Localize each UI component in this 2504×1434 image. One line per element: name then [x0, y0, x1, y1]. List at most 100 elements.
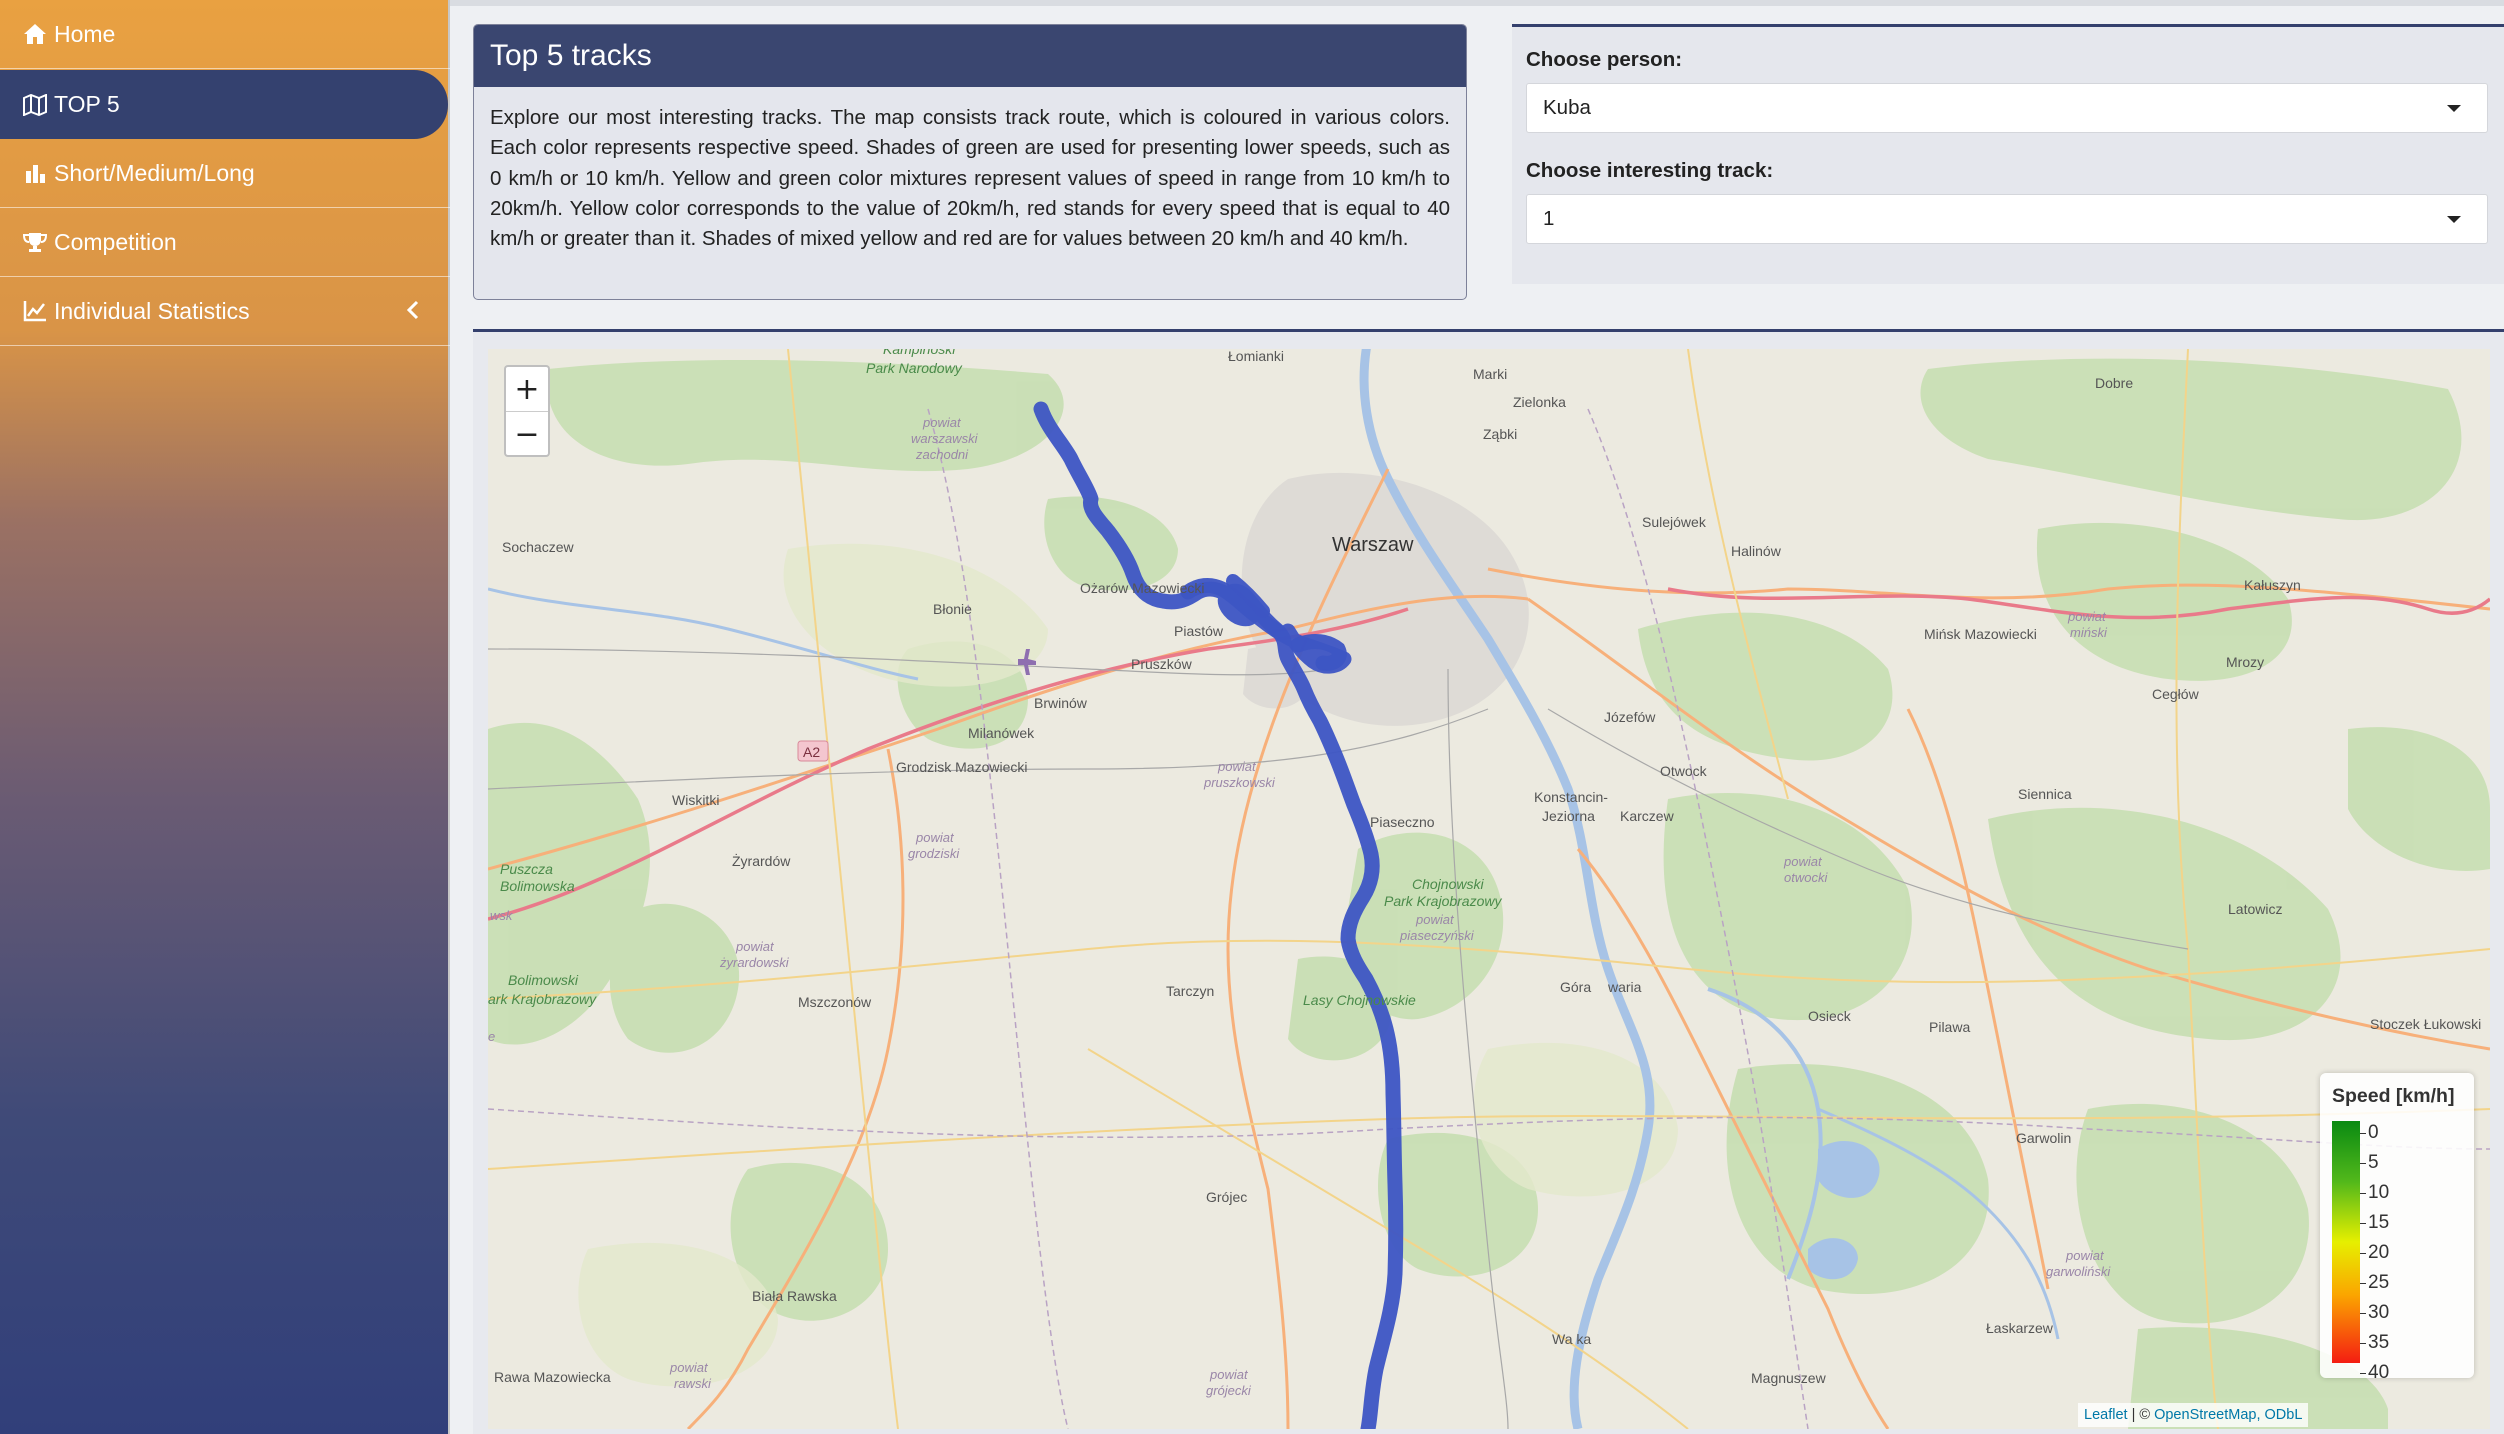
legend-gradient: [2332, 1121, 2360, 1363]
map-label: piaseczyński: [1399, 928, 1475, 943]
caret-down-icon: [2447, 216, 2461, 223]
person-select[interactable]: Kuba: [1526, 83, 2488, 133]
map-label: miński: [2070, 625, 2108, 640]
track-select[interactable]: 1: [1526, 194, 2488, 244]
zoom-in-button[interactable]: +: [506, 367, 548, 412]
map-label: Piaseczno: [1370, 814, 1435, 830]
map-label: żyrardowski: [719, 955, 790, 970]
map-label: Magnuszew: [1751, 1370, 1827, 1386]
sidebar-item-label: Home: [54, 20, 116, 47]
map-label: Sochaczew: [502, 539, 574, 555]
map-label: zachodni: [915, 447, 969, 462]
home-icon: [22, 21, 48, 47]
legend-label: 5: [2368, 1152, 2379, 1173]
sidebar: Home TOP 5 Short/Medium/Long Competition…: [0, 0, 450, 1434]
map[interactable]: Łomianki Marki Zielonka Ząbki Kampinoski…: [488, 349, 2490, 1429]
map-label: grójecki: [1206, 1383, 1252, 1398]
map-label: Brwinów: [1034, 695, 1088, 711]
map-label: Błonie: [933, 601, 972, 617]
legend-tick: [2360, 1373, 2366, 1374]
road-shield: A2: [803, 744, 820, 760]
legend-tick: [2360, 1133, 2366, 1134]
map-label: Garwolin: [2016, 1130, 2071, 1146]
map-label: Latowicz: [2228, 901, 2282, 917]
map-label: grodziski: [908, 846, 960, 861]
legend-label: 0: [2368, 1122, 2379, 1143]
map-label: waria: [1607, 979, 1642, 995]
map-label: Osieck: [1808, 1008, 1852, 1024]
map-label: wsk: [490, 908, 514, 923]
sidebar-item-label: Competition: [54, 228, 177, 255]
map-icon: [22, 92, 48, 118]
map-label: Ożarów Mazowiecki: [1080, 580, 1204, 596]
sidebar-item-short-medium-long[interactable]: Short/Medium/Long: [0, 139, 450, 208]
sidebar-item-individual-statistics[interactable]: Individual Statistics: [0, 277, 450, 346]
legend-tick: [2360, 1253, 2366, 1254]
trophy-icon: [22, 229, 48, 255]
person-label: Choose person:: [1526, 48, 1683, 71]
map-label: Pruszków: [1131, 656, 1193, 672]
osm-link[interactable]: OpenStreetMap, ODbL: [2154, 1407, 2302, 1423]
map-label: Piastów: [1174, 623, 1224, 639]
map-tiles: Łomianki Marki Zielonka Ząbki Kampinoski…: [488, 349, 2490, 1429]
map-label: Bolimowska: [500, 878, 575, 894]
chevron-left-icon[interactable]: [406, 299, 420, 327]
map-label: Ząbki: [1483, 426, 1517, 442]
track-label: Choose interesting track:: [1526, 159, 1774, 182]
bar-chart-icon: [22, 160, 48, 186]
track-select-value: 1: [1543, 207, 1555, 230]
map-label: Wa ka: [1552, 1331, 1591, 1347]
legend-tick: [2360, 1283, 2366, 1284]
map-label: Józefów: [1604, 709, 1656, 725]
map-label: Grójec: [1206, 1189, 1247, 1205]
legend-tick: [2360, 1193, 2366, 1194]
map-label: Dobre: [2095, 375, 2133, 391]
map-label: powiat: [922, 415, 962, 430]
zoom-out-button[interactable]: −: [506, 412, 548, 456]
info-text: Explore our most interesting tracks. The…: [490, 106, 1450, 251]
map-label: Żyrardów: [732, 852, 791, 869]
sidebar-item-top5[interactable]: TOP 5: [0, 70, 448, 139]
attribution-separator: | ©: [2127, 1407, 2155, 1423]
legend-tick: [2360, 1313, 2366, 1314]
map-label: powiat: [1217, 759, 1257, 774]
map-label: Karczew: [1620, 808, 1675, 824]
map-label: Góra: [1560, 979, 1591, 995]
map-label: Puszcza: [500, 861, 553, 877]
leaflet-link[interactable]: Leaflet: [2084, 1407, 2128, 1423]
map-label: Pilawa: [1929, 1019, 1970, 1035]
map-label: Rawa Mazowiecka: [494, 1369, 611, 1385]
map-label: Wiskitki: [672, 792, 719, 808]
legend-title: Speed [km/h]: [2332, 1085, 2455, 1107]
legend-label: 35: [2368, 1332, 2390, 1353]
legend-label: 10: [2368, 1182, 2390, 1203]
legend-label: 30: [2368, 1302, 2390, 1323]
map-label: Stoczek Łukowski: [2370, 1016, 2481, 1032]
map-label: powiat: [1209, 1367, 1249, 1382]
legend-tick: [2360, 1223, 2366, 1224]
map-label: Jeziorna: [1542, 808, 1595, 824]
map-label: ark Krajobrazowy: [488, 991, 597, 1007]
map-label: Mińsk Mazowiecki: [1924, 626, 2037, 642]
map-label: Konstancin-: [1534, 789, 1608, 805]
caret-down-icon: [2447, 105, 2461, 112]
map-label: e: [488, 1029, 495, 1044]
info-box: Top 5 tracks Explore our most interestin…: [473, 24, 1467, 300]
map-label: powiat: [2067, 609, 2107, 624]
sidebar-item-competition[interactable]: Competition: [0, 208, 450, 277]
map-label: powiat: [735, 939, 775, 954]
map-label: Otwock: [1660, 763, 1708, 779]
legend-tick: [2360, 1163, 2366, 1164]
line-chart-icon: [22, 298, 48, 324]
map-label: powiat: [1415, 912, 1455, 927]
zoom-control: + −: [504, 365, 550, 457]
map-label: Siennica: [2018, 786, 2072, 802]
map-label: Warszaw: [1332, 534, 1414, 556]
sidebar-item-home[interactable]: Home: [0, 0, 450, 69]
map-label: powiat: [2065, 1248, 2105, 1263]
speed-legend: Speed [km/h] 0 5 10 15 20 25 30 35 40: [2320, 1073, 2474, 1383]
map-label: Kampinoski: [883, 349, 956, 357]
map-label: Cegłów: [2152, 686, 2200, 702]
map-label: warszawski: [911, 431, 979, 446]
legend-label: 25: [2368, 1272, 2390, 1293]
